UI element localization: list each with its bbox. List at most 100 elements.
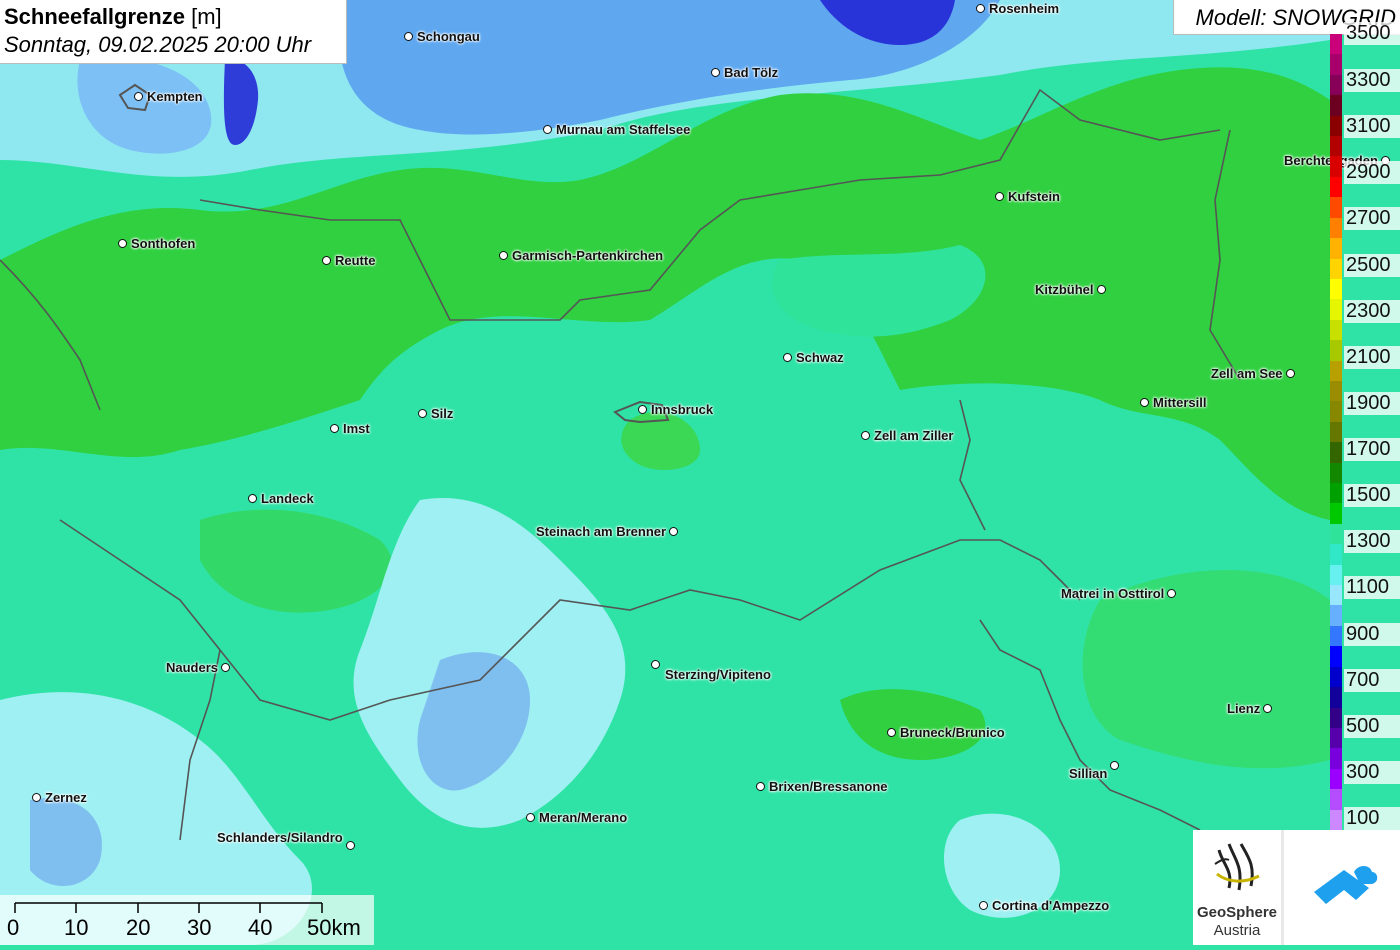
legend-swatch <box>1330 727 1342 749</box>
city-marker[interactable] <box>248 494 257 503</box>
city-marker[interactable] <box>887 728 896 737</box>
city-marker[interactable] <box>134 92 143 101</box>
legend-swatch <box>1330 340 1342 362</box>
city-marker[interactable] <box>976 4 985 13</box>
legend-label: 1700 <box>1344 438 1400 462</box>
city-label: Steinach am Brenner <box>536 524 667 539</box>
legend-label: 1300 <box>1344 530 1400 554</box>
city-marker[interactable] <box>346 841 355 850</box>
legend-label: 3500 <box>1344 22 1400 45</box>
city-marker[interactable] <box>711 68 720 77</box>
scale-tick-label: 30 <box>187 915 212 940</box>
city-label: Zell am See <box>1211 366 1283 381</box>
city-label: Sterzing/Vipiteno <box>665 667 771 682</box>
legend-swatch <box>1330 503 1342 525</box>
city-marker[interactable] <box>651 660 660 669</box>
legend-label: 3300 <box>1344 69 1400 93</box>
city-marker[interactable] <box>1263 704 1272 713</box>
city-marker[interactable] <box>32 793 41 802</box>
city-marker[interactable] <box>783 353 792 362</box>
legend-swatch <box>1330 156 1342 178</box>
legend-swatch <box>1330 462 1342 484</box>
legend-label: 700 <box>1344 668 1400 692</box>
geosphere-emblem-icon <box>1214 843 1260 891</box>
city-label: Mittersill <box>1153 395 1207 410</box>
legend-label: 2100 <box>1344 345 1400 369</box>
city-label: Schongau <box>417 29 480 44</box>
city-marker[interactable] <box>330 424 339 433</box>
legend-label: 1100 <box>1344 576 1400 600</box>
legend-swatch <box>1330 217 1342 239</box>
legend-label: 2300 <box>1344 299 1400 323</box>
city-marker[interactable] <box>1167 589 1176 598</box>
legend-swatch <box>1330 748 1342 770</box>
city-label: Silz <box>431 406 454 421</box>
city-marker[interactable] <box>543 125 552 134</box>
snowgrid-logo[interactable] <box>1284 830 1400 945</box>
city-marker[interactable] <box>404 32 413 41</box>
city-label: Rosenheim <box>989 1 1060 16</box>
scale-tick-label: 40 <box>248 915 273 940</box>
legend-swatch <box>1330 360 1342 382</box>
legend-swatch <box>1330 176 1342 198</box>
legend-swatch <box>1330 809 1342 831</box>
legend-swatch <box>1330 687 1342 709</box>
legend-swatch <box>1330 34 1342 55</box>
city-label: Reutte <box>335 253 376 268</box>
city-label: Brixen/Bressanone <box>769 779 888 794</box>
scale-tick-label: 20 <box>126 915 151 940</box>
legend-swatch <box>1330 401 1342 423</box>
legend-swatch <box>1330 564 1342 586</box>
legend-swatch <box>1330 238 1342 259</box>
city-label: Kempten <box>147 89 203 104</box>
city-marker[interactable] <box>1286 369 1295 378</box>
city-marker[interactable] <box>995 192 1004 201</box>
city-label: Cortina d'Ampezzo <box>992 898 1110 913</box>
city-marker[interactable] <box>221 663 230 672</box>
legend-label: 2900 <box>1344 161 1400 185</box>
legend-swatch <box>1330 605 1342 627</box>
city-marker[interactable] <box>499 251 508 260</box>
city-label: Zernez <box>45 790 87 805</box>
city-marker[interactable] <box>418 409 427 418</box>
snowfall-map[interactable] <box>0 0 1400 945</box>
city-label: Schwaz <box>796 350 844 365</box>
legend-swatch <box>1330 768 1342 790</box>
legend-label: 1500 <box>1344 484 1400 508</box>
city-label: Bad Tölz <box>724 65 779 80</box>
legend-label: 3100 <box>1344 115 1400 139</box>
city-marker[interactable] <box>526 813 535 822</box>
city-label: Meran/Merano <box>539 810 628 825</box>
legend-swatch <box>1330 74 1342 96</box>
legend-label: 100 <box>1344 807 1400 830</box>
legend-label: 2500 <box>1344 253 1400 277</box>
city-marker[interactable] <box>756 782 765 791</box>
legend-label: 900 <box>1344 622 1400 646</box>
city-marker[interactable] <box>638 405 647 414</box>
city-marker[interactable] <box>1140 398 1149 407</box>
legend-swatch <box>1330 789 1342 811</box>
legend-swatch <box>1330 625 1342 647</box>
city-label: Matrei in Osttirol <box>1061 586 1165 601</box>
city-marker[interactable] <box>322 256 331 265</box>
snowgrid-mountain-icon <box>1314 866 1378 904</box>
scale-tick-label: 10 <box>64 915 89 940</box>
city-marker[interactable] <box>979 901 988 910</box>
city-label: Bruneck/Brunico <box>900 725 1005 740</box>
legend-swatch <box>1330 442 1342 464</box>
legend-swatch <box>1330 95 1342 117</box>
geosphere-logo-line1: GeoSphere <box>1196 904 1278 921</box>
legend-swatch <box>1330 523 1342 545</box>
legend-swatch <box>1330 54 1342 76</box>
map-title-box: Schneefallgrenze [m] Sonntag, 09.02.2025… <box>0 0 347 64</box>
city-label: Lienz <box>1227 701 1261 716</box>
legend-swatch <box>1330 707 1342 729</box>
city-marker[interactable] <box>861 431 870 440</box>
geosphere-logo[interactable]: GeoSphere Austria <box>1193 830 1284 945</box>
city-marker[interactable] <box>669 527 678 536</box>
city-label: Murnau am Staffelsee <box>556 122 691 137</box>
scale-tick-label: 0 <box>7 915 20 940</box>
city-marker[interactable] <box>1110 761 1119 770</box>
city-marker[interactable] <box>1097 285 1106 294</box>
city-marker[interactable] <box>118 239 127 248</box>
